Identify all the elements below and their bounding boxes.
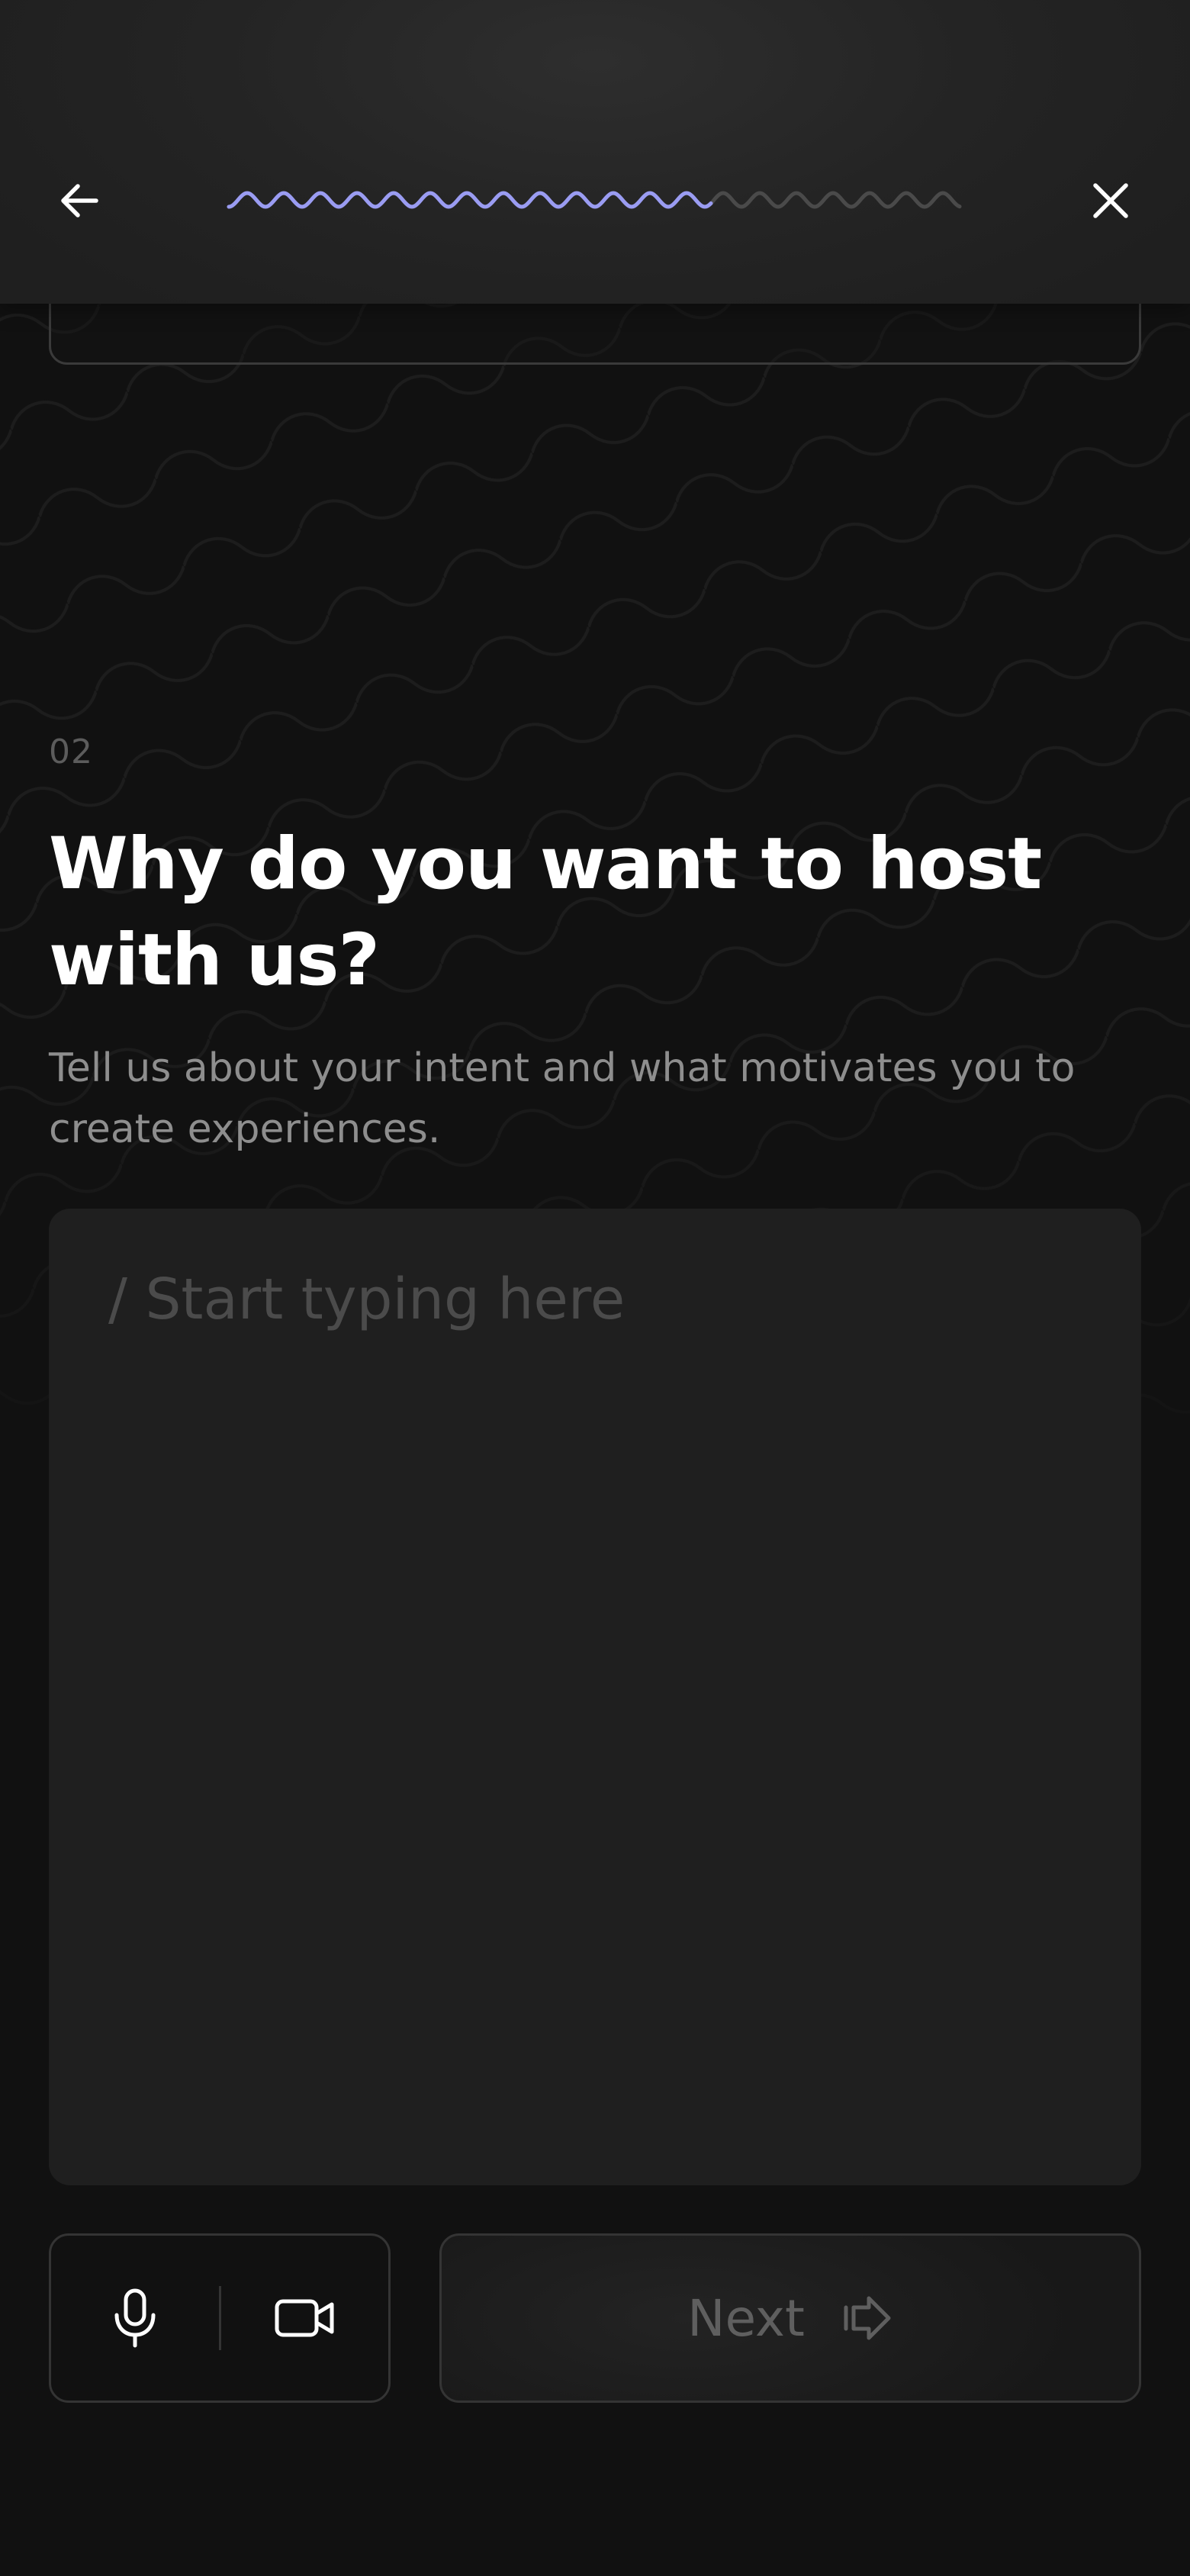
progress-completed [227,191,713,209]
progress-remaining [227,191,962,209]
close-icon [1093,183,1128,218]
next-button[interactable]: Next [439,2233,1141,2403]
question-title: Why do you want to host with us? [49,823,1042,1002]
record-audio-button[interactable] [51,2236,219,2401]
record-video-button[interactable] [221,2236,389,2401]
answer-input[interactable] [108,1265,1082,2129]
question-subtitle: Tell us about your intent and what motiv… [49,1045,1076,1152]
back-button[interactable] [34,155,125,246]
media-input-group [49,2233,391,2403]
arrow-right-outline-icon [844,2296,891,2340]
next-button-label: Next [687,2288,805,2348]
progress-indicator [227,191,962,209]
answer-box [49,1209,1141,2185]
microphone-icon [114,2288,156,2348]
close-button[interactable] [1065,155,1156,246]
top-bar [0,0,1190,304]
video-camera-icon [275,2299,334,2337]
step-number: 02 [49,733,93,771]
arrow-left-icon [61,184,98,217]
